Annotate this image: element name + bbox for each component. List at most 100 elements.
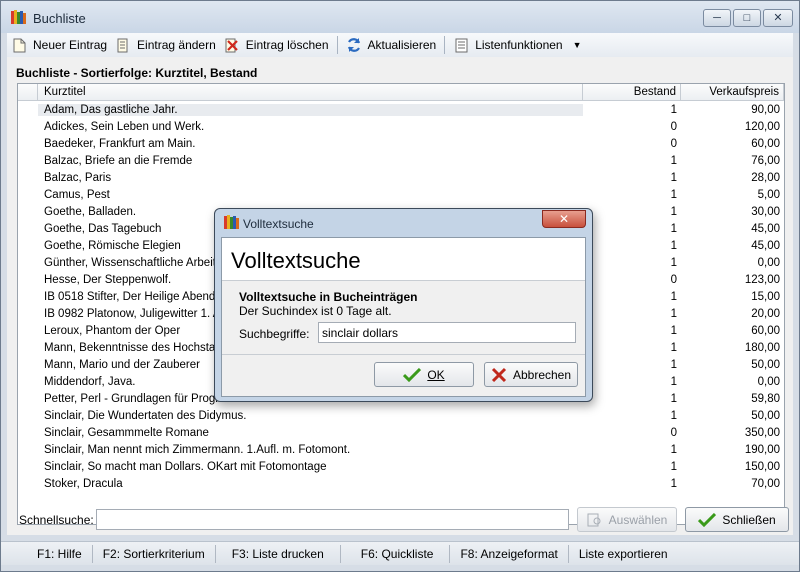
dialog-index-info: Der Suchindex ist 0 Tage alt. <box>239 304 392 318</box>
dialog-body: Volltextsuche Volltextsuche in Bucheintr… <box>221 237 586 397</box>
dialog-divider <box>222 354 585 355</box>
table-row[interactable]: Stoker, Dracula 1 70,00 <box>18 475 784 492</box>
cancel-button[interactable]: Abbrechen <box>484 362 578 387</box>
chevron-down-icon: ▼ <box>572 40 582 50</box>
quick-search-input[interactable] <box>96 509 569 530</box>
cell-stock: 1 <box>670 358 677 371</box>
toolbar: Neuer Eintrag Eintrag ändern Eintrag lös… <box>7 33 793 57</box>
status-bar: F1: Hilfe F2: Sortierkriterium F3: Liste… <box>1 541 799 565</box>
cell-price: 30,00 <box>751 205 780 218</box>
cell-price: 5,00 <box>757 188 780 201</box>
row-selector-header <box>18 84 38 100</box>
close-list-label: Schließen <box>722 512 776 527</box>
table-row[interactable]: Sinclair, Gesammmelte Romane 0 350,00 <box>18 424 784 441</box>
cell-stock: 1 <box>670 443 677 456</box>
status-sort[interactable]: F2: Sortierkriterium <box>93 544 216 563</box>
cell-title: Baedeker, Frankfurt am Main. <box>44 137 196 150</box>
cancel-label: Abbrechen <box>512 367 572 382</box>
cell-price: 180,00 <box>744 341 780 354</box>
window-title: Buchliste <box>33 11 86 26</box>
cell-price: 0,00 <box>757 256 780 269</box>
cell-price: 45,00 <box>751 239 780 252</box>
cell-stock: 1 <box>670 341 677 354</box>
new-entry-button[interactable]: Neuer Eintrag <box>7 34 111 56</box>
table-row[interactable]: Camus, Pest 1 5,00 <box>18 186 784 203</box>
status-export[interactable]: Liste exportieren <box>569 545 678 563</box>
cell-stock: 1 <box>670 307 677 320</box>
status-print[interactable]: F3: Liste drucken <box>216 544 341 563</box>
close-list-button[interactable]: Schließen <box>685 507 789 532</box>
ok-label: OK <box>427 367 445 382</box>
cell-stock: 1 <box>670 409 677 422</box>
cell-title: Stoker, Dracula <box>44 477 123 490</box>
edit-entry-label: Eintrag ändern <box>137 38 216 52</box>
search-terms-input[interactable] <box>318 322 576 343</box>
table-row[interactable]: Sinclair, So macht man Dollars. OKart mi… <box>18 458 784 475</box>
minimize-button[interactable]: ─ <box>703 9 731 27</box>
list-functions-menu[interactable]: Listenfunktionen ▼ <box>449 34 585 56</box>
dialog-heading-panel: Volltextsuche <box>222 238 585 281</box>
cancel-x-icon <box>491 367 507 383</box>
table-header: Kurztitel Bestand Verkaufspreis <box>18 84 784 101</box>
cell-title: Balzac, Paris <box>44 171 112 184</box>
cell-stock: 0 <box>670 137 677 150</box>
cell-price: 45,00 <box>751 222 780 235</box>
title-bar: Buchliste ─ □ ✕ <box>1 1 799 33</box>
select-icon <box>587 513 603 527</box>
cell-price: 20,00 <box>751 307 780 320</box>
list-icon <box>453 37 469 53</box>
cell-stock: 1 <box>670 392 677 405</box>
cell-title: Adickes, Sein Leben und Werk. <box>44 120 205 133</box>
list-functions-label: Listenfunktionen <box>475 38 563 52</box>
cell-stock: 1 <box>670 460 677 473</box>
edit-entry-button[interactable]: Eintrag ändern <box>111 34 220 56</box>
cell-stock: 0 <box>670 120 677 133</box>
cell-stock: 1 <box>670 290 677 303</box>
column-header-price[interactable]: Verkaufspreis <box>681 84 784 100</box>
select-button[interactable]: Auswählen <box>577 507 677 532</box>
new-document-icon <box>11 37 27 53</box>
cell-price: 15,00 <box>751 290 780 303</box>
table-row[interactable]: Baedeker, Frankfurt am Main. 0 60,00 <box>18 135 784 152</box>
close-icon: ✕ <box>773 11 783 24</box>
cell-title: Sinclair, Die Wundertaten des Didymus. <box>44 409 247 422</box>
cell-price: 190,00 <box>744 443 780 456</box>
status-display-format[interactable]: F8: Anzeigeformat <box>450 544 569 563</box>
dialog-close-button[interactable]: ✕ <box>542 210 586 228</box>
cell-stock: 1 <box>670 103 677 116</box>
table-row[interactable]: Adam, Das gastliche Jahr. 1 90,00 <box>18 101 784 118</box>
delete-entry-button[interactable]: Eintrag löschen <box>220 34 333 56</box>
refresh-button[interactable]: Aktualisieren <box>342 34 441 56</box>
cell-title: Camus, Pest <box>44 188 110 201</box>
maximize-button[interactable]: □ <box>733 9 761 27</box>
cell-price: 350,00 <box>744 426 780 439</box>
cell-title: Sinclair, So macht man Dollars. OKart mi… <box>44 460 327 473</box>
close-button[interactable]: ✕ <box>763 9 793 27</box>
table-row[interactable]: Sinclair, Man nennt mich Zimmermann. 1.A… <box>18 441 784 458</box>
ok-button[interactable]: OK <box>374 362 474 387</box>
dialog-heading: Volltextsuche <box>231 248 361 273</box>
status-quicklist[interactable]: F6: Quickliste <box>341 544 451 563</box>
cell-price: 90,00 <box>751 103 780 116</box>
dialog-subheading: Volltextsuche in Bucheinträgen <box>239 290 418 304</box>
list-title: Buchliste - Sortierfolge: Kurztitel, Bes… <box>16 66 258 80</box>
cell-price: 28,00 <box>751 171 780 184</box>
cell-price: 0,00 <box>757 375 780 388</box>
cell-stock: 1 <box>670 222 677 235</box>
column-header-title[interactable]: Kurztitel <box>38 84 583 100</box>
books-icon <box>11 10 26 24</box>
column-header-stock[interactable]: Bestand <box>583 84 681 100</box>
cell-stock: 1 <box>670 256 677 269</box>
new-entry-label: Neuer Eintrag <box>33 38 108 52</box>
minimize-icon: ─ <box>713 11 721 24</box>
cell-price: 76,00 <box>751 154 780 167</box>
table-row[interactable]: Adickes, Sein Leben und Werk. 0 120,00 <box>18 118 784 135</box>
cell-price: 50,00 <box>751 409 780 422</box>
table-row[interactable]: Sinclair, Die Wundertaten des Didymus. 1 5… <box>18 407 784 424</box>
table-row[interactable]: Balzac, Briefe an die Fremde 1 76,00 <box>18 152 784 169</box>
cell-title: Sinclair, Gesammmelte Romane <box>44 426 209 439</box>
select-label: Auswählen <box>608 512 668 527</box>
table-row[interactable]: Balzac, Paris 1 28,00 <box>18 169 784 186</box>
status-help[interactable]: F1: Hilfe <box>1 544 93 563</box>
cell-price: 50,00 <box>751 358 780 371</box>
